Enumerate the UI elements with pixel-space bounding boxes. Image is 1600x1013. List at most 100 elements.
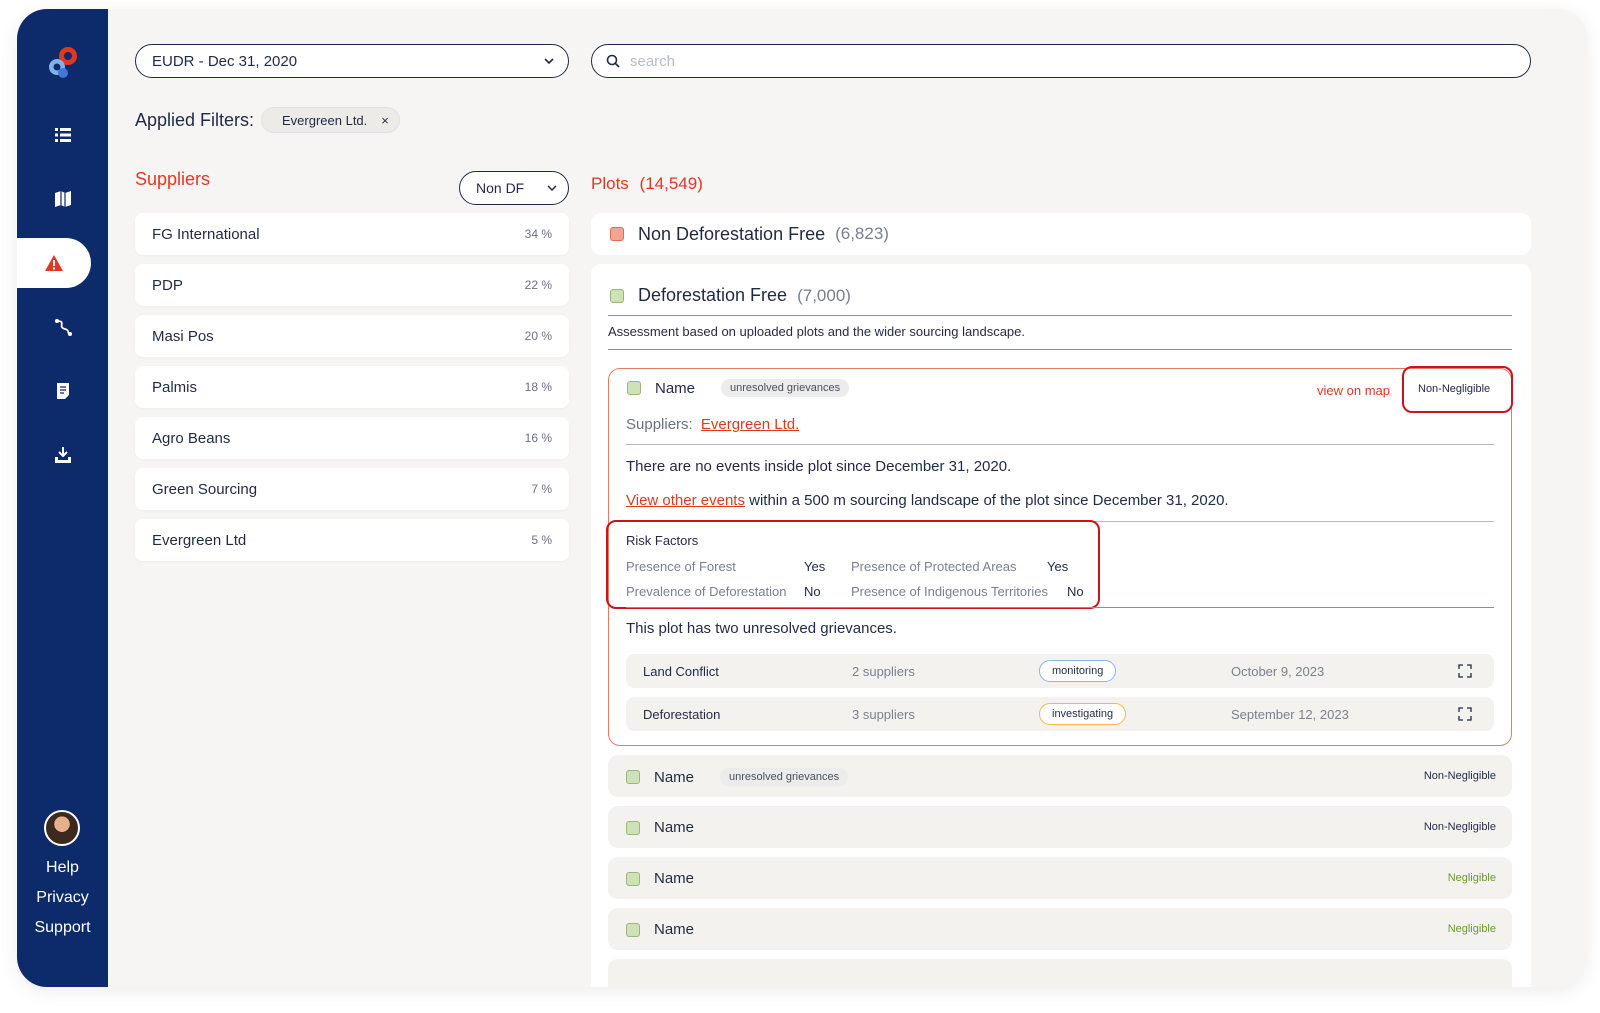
supplier-item[interactable]: Green Sourcing 7 % [135, 468, 569, 510]
regulation-select-value: EUDR - Dec 31, 2020 [152, 52, 298, 70]
supplier-item[interactable]: Evergreen Ltd 5 % [135, 519, 569, 561]
grievance-type: Land Conflict [643, 664, 719, 679]
map-book-icon [54, 191, 71, 207]
help-link[interactable]: Help [17, 859, 108, 877]
supplier-name: FG International [152, 225, 260, 243]
supplier-item[interactable]: PDP 22 % [135, 264, 569, 306]
chevron-down-icon [544, 58, 554, 65]
supplier-item[interactable]: FG International 34 % [135, 213, 569, 255]
checkbox[interactable] [626, 871, 640, 886]
checkbox[interactable] [626, 820, 640, 835]
list-icon [54, 128, 71, 142]
supplier-link[interactable]: Evergreen Ltd. [701, 416, 799, 433]
divider [626, 444, 1494, 445]
grievance-suppliers: 3 suppliers [852, 707, 915, 722]
plot-row[interactable]: Name unresolved grievances Non-Negligibl… [608, 755, 1512, 797]
checkbox[interactable] [610, 288, 624, 303]
plots-title-label: Plots [591, 174, 629, 193]
plot-name: Name [654, 921, 695, 938]
plot-card-expanded: Name unresolved grievances view on map N… [606, 366, 1513, 746]
grievance-date: September 12, 2023 [1231, 707, 1349, 722]
checkbox[interactable] [626, 922, 640, 937]
plot-suppliers: Suppliers: Evergreen Ltd. [626, 416, 799, 433]
supplier-name: Masi Pos [152, 327, 214, 345]
supplier-percent: 16 % [524, 431, 552, 445]
risk-level: Negligible [1447, 872, 1496, 884]
risk-factor-label: Presence of Forest [626, 559, 736, 574]
view-other-events-link[interactable]: View other events [626, 492, 745, 509]
supplier-item[interactable]: Masi Pos 20 % [135, 315, 569, 357]
app-window: Help Privacy Support EUDR - Dec 31, 2020… [17, 9, 1587, 987]
risk-factor-label: Presence of Indigenous Territories [851, 584, 1049, 599]
close-icon[interactable]: × [381, 113, 389, 128]
plot-header: Name [626, 921, 694, 938]
search-input[interactable] [630, 52, 1510, 70]
main-content: EUDR - Dec 31, 2020 Applied Filters: Eve… [108, 9, 1587, 987]
risk-factor-value: Yes [804, 559, 826, 574]
risk-factor-label: Prevalence of Deforestation [626, 584, 787, 599]
plot-row[interactable] [608, 959, 1512, 987]
chevron-down-icon [547, 185, 557, 192]
supplier-percent: 18 % [524, 380, 552, 394]
supplier-item[interactable]: Palmis 18 % [135, 366, 569, 408]
supplier-percent: 5 % [531, 533, 552, 547]
grievance-row[interactable]: Land Conflict 2 suppliers monitoring Oct… [626, 654, 1494, 688]
supplier-item[interactable]: Agro Beans 16 % [135, 417, 569, 459]
nav-reports[interactable] [17, 366, 108, 416]
plot-name: Name [654, 819, 695, 836]
plots-count: (14,549) [639, 174, 703, 193]
grievance-row[interactable]: Deforestation 3 suppliers investigating … [626, 697, 1494, 731]
status-badge: investigating [1039, 703, 1127, 725]
risk-factor-value: No [1067, 584, 1084, 599]
group-deforestation-free[interactable]: Deforestation Free (7,000) [610, 285, 851, 306]
document-icon [56, 383, 69, 399]
regulation-select[interactable]: EUDR - Dec 31, 2020 [135, 44, 569, 78]
group-non-deforestation-free[interactable]: Non Deforestation Free (6,823) [591, 213, 1531, 255]
plot-row[interactable]: Name Non-Negligible [608, 806, 1512, 848]
support-link[interactable]: Support [17, 919, 108, 937]
other-events-text: View other events within a 500 m sourcin… [626, 492, 1229, 509]
plots-title: Plots (14,549) [591, 174, 703, 194]
other-events-rest: within a 500 m sourcing landscape of the… [744, 492, 1229, 509]
risk-level: Negligible [1447, 923, 1496, 935]
sidebar: Help Privacy Support [17, 9, 108, 987]
risk-level: Non-Negligible [1423, 770, 1496, 782]
divider [626, 607, 1494, 608]
filter-chip: Evergreen Ltd. × [261, 107, 400, 133]
supplier-percent: 34 % [524, 227, 552, 241]
plot-row[interactable]: Name Negligible [608, 908, 1512, 950]
plot-name: Name [655, 379, 696, 397]
risk-factors-title: Risk Factors [626, 533, 699, 548]
checkbox[interactable] [610, 227, 624, 241]
supplier-name: Evergreen Ltd [152, 531, 247, 549]
search-icon [606, 54, 620, 68]
nav-list[interactable] [17, 110, 108, 160]
view-on-map-link[interactable]: view on map [1317, 383, 1390, 398]
risk-factor-value: Yes [1047, 559, 1069, 574]
deforestation-free-panel: Deforestation Free (7,000) Assessment ba… [591, 264, 1531, 987]
supplier-percent: 22 % [524, 278, 552, 292]
nav-routes[interactable] [17, 302, 108, 352]
plot-row[interactable]: Name Negligible [608, 857, 1512, 899]
expand-icon[interactable] [1458, 664, 1472, 678]
supplier-filter-select[interactable]: Non DF [459, 171, 569, 205]
nav-download[interactable] [17, 430, 108, 480]
risk-level: Non-Negligible [1423, 821, 1496, 833]
avatar[interactable] [44, 810, 80, 846]
privacy-link[interactable]: Privacy [17, 889, 108, 907]
checkbox[interactable] [627, 381, 641, 395]
nav-map[interactable] [17, 174, 108, 224]
supplier-percent: 7 % [531, 482, 552, 496]
events-text: There are no events inside plot since De… [626, 458, 1012, 475]
checkbox[interactable] [626, 770, 640, 784]
group-count: (7,000) [797, 285, 851, 305]
divider [608, 349, 1512, 350]
filter-chip-label: Evergreen Ltd. [282, 112, 368, 128]
logo-icon [49, 47, 77, 78]
plot-name: Name [654, 768, 695, 786]
supplier-name: Green Sourcing [152, 480, 258, 498]
nav-alerts[interactable] [17, 238, 91, 288]
plot-header: Name unresolved grievances [626, 768, 849, 786]
expand-icon[interactable] [1458, 707, 1472, 721]
route-icon [54, 319, 72, 336]
